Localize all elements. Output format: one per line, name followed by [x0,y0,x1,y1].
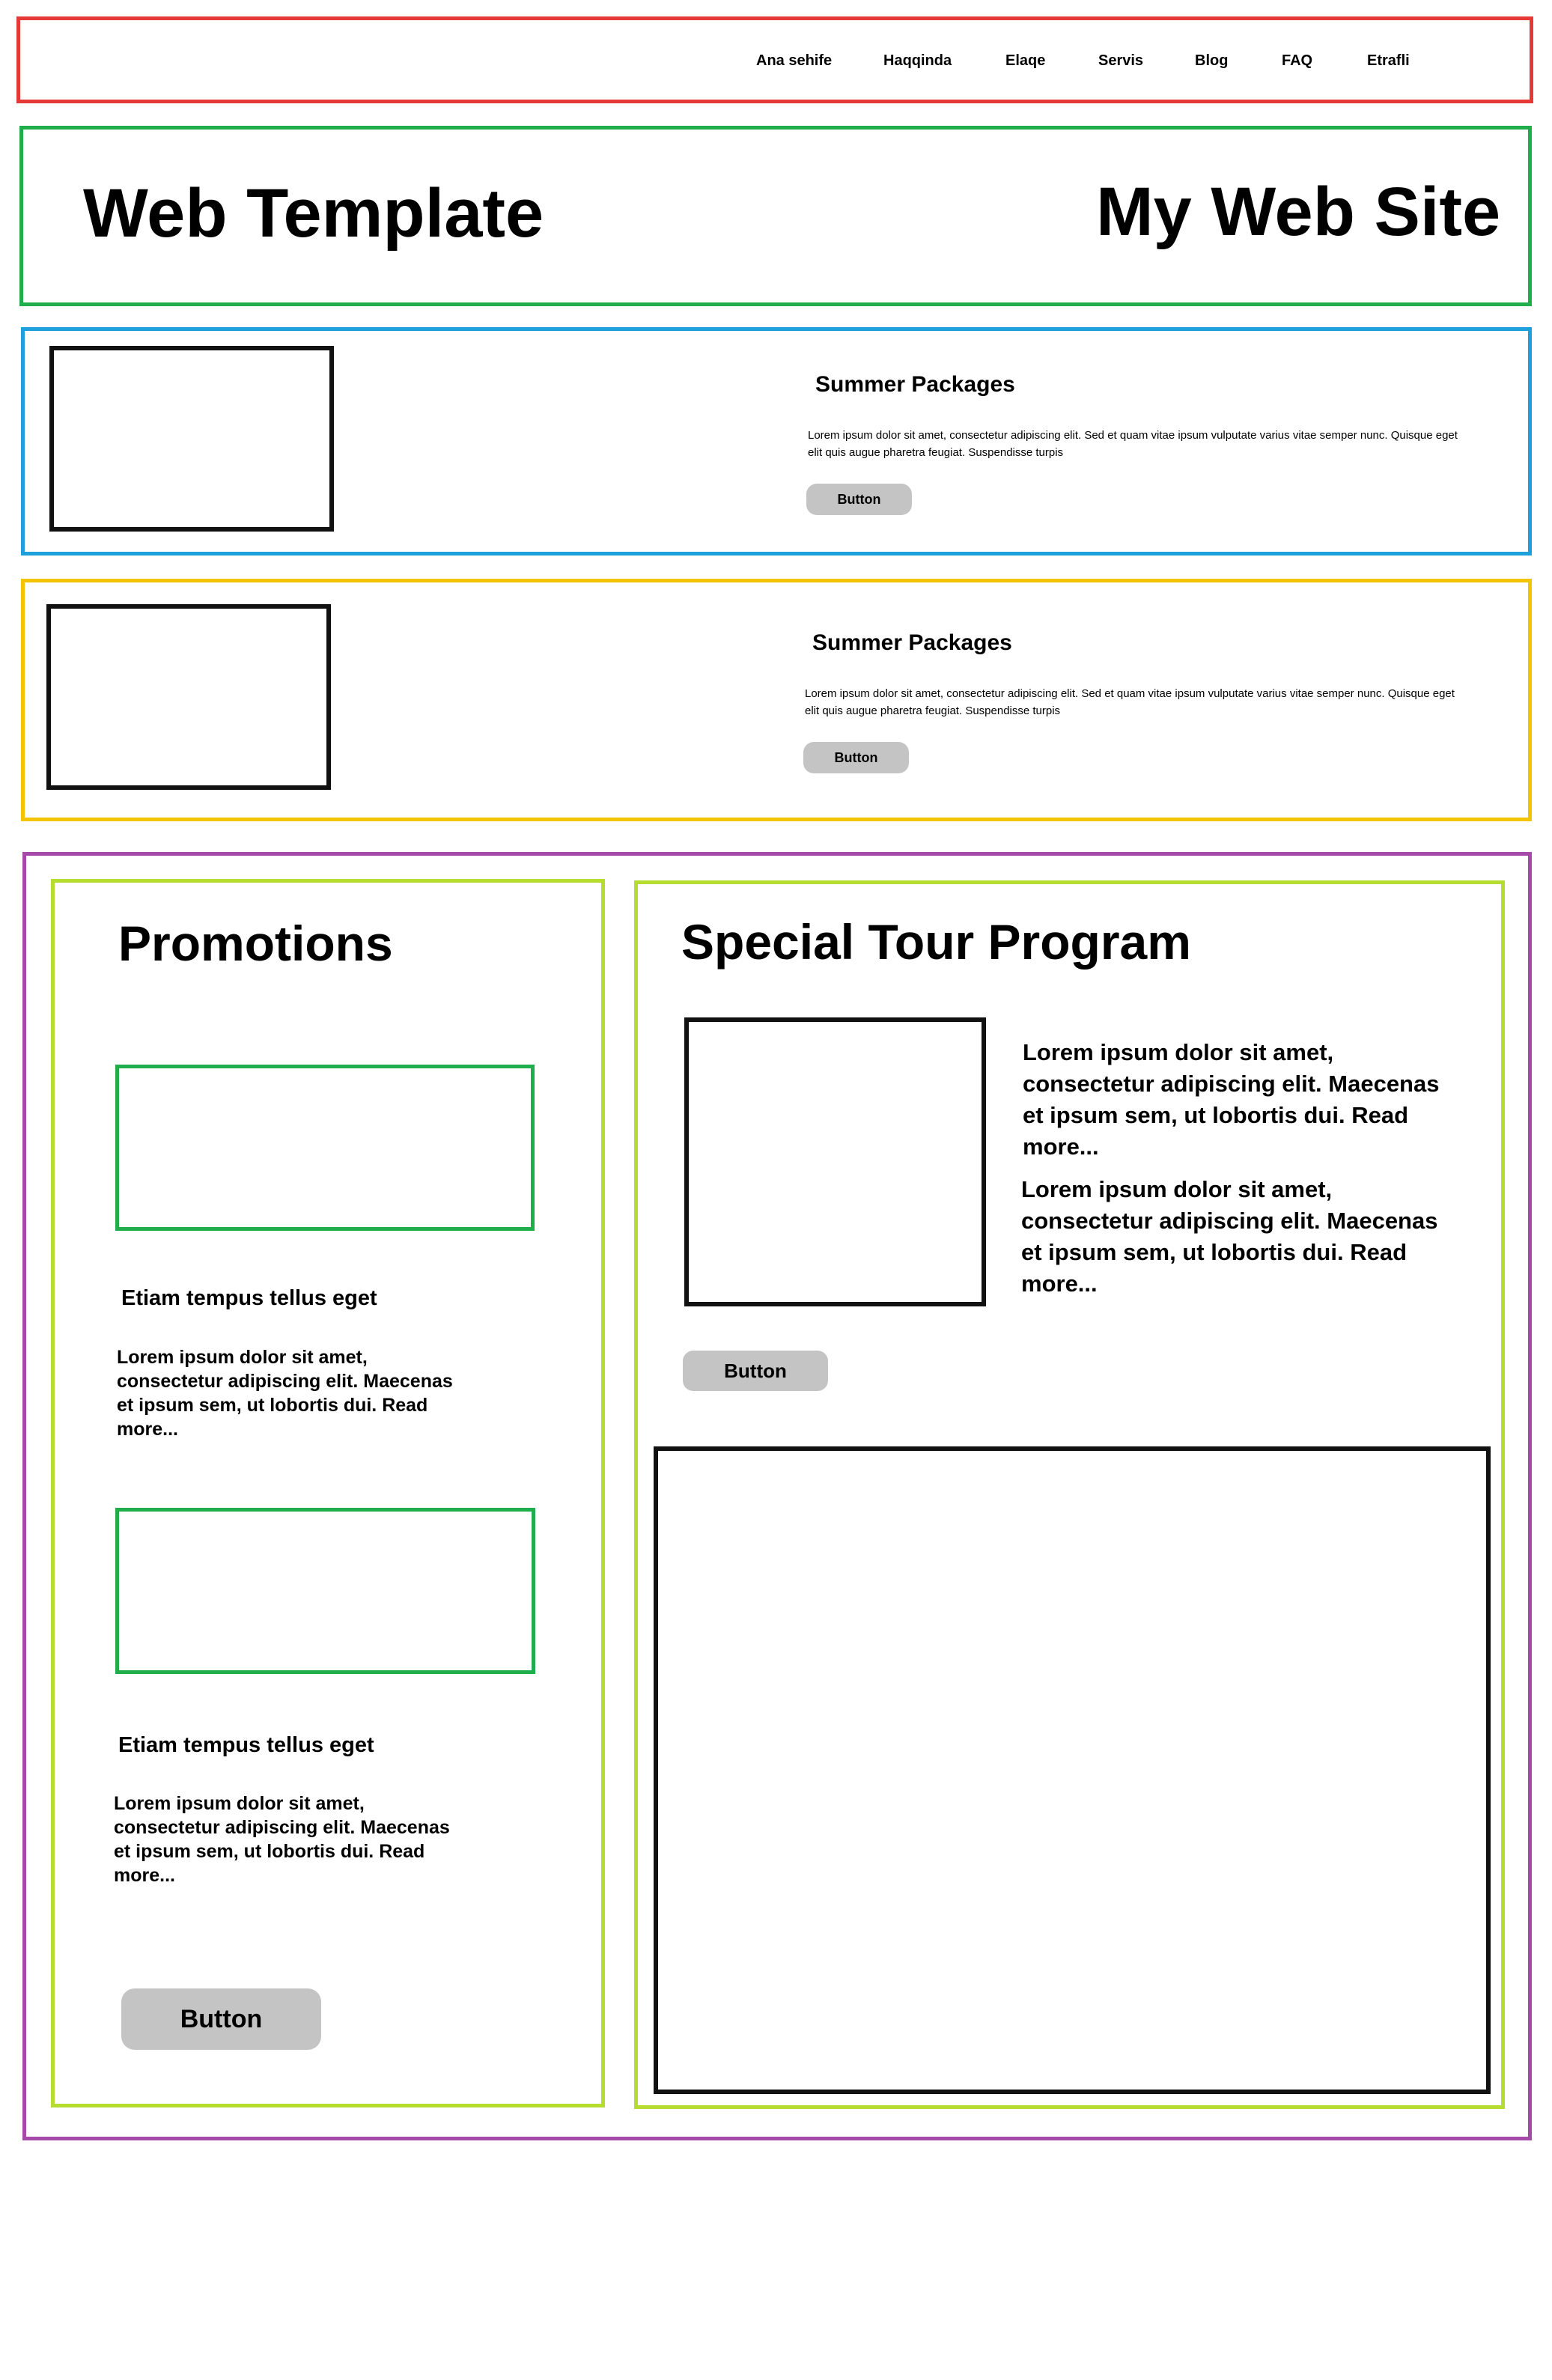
package-image-1 [49,346,334,532]
promotions-button[interactable]: Button [121,1988,321,2050]
nav-item-elaqe[interactable]: Elaqe [1005,52,1045,70]
promotions-button-label: Button [180,2004,263,2033]
header-right-title: My Web Site [1096,174,1501,250]
special-tour-large-frame [654,1446,1491,2094]
package-button-1[interactable]: Button [806,484,912,515]
package-image-2 [46,604,331,790]
nav-item-etrafli[interactable]: Etrafli [1367,52,1410,70]
nav-item-blog[interactable]: Blog [1195,52,1228,70]
package-button-2-label: Button [834,749,878,765]
special-tour-image [684,1017,986,1306]
promotion-image-1 [115,1065,535,1231]
package-text-2: Lorem ipsum dolor sit amet, consectetur … [805,687,1455,717]
promotion-text-2: Lorem ipsum dolor sit amet, consectetur … [114,1793,450,1886]
header-left-title: Web Template [83,175,544,252]
nav-item-ana-sehife[interactable]: Ana sehife [756,52,832,70]
nav-item-faq[interactable]: FAQ [1282,52,1312,70]
promotion-image-2 [115,1508,535,1674]
special-tour-button[interactable]: Button [683,1351,828,1391]
package-text-1: Lorem ipsum dolor sit amet, consectetur … [808,429,1458,459]
special-tour-text-2: Lorem ipsum dolor sit amet, consectetur … [1021,1176,1438,1297]
special-tour-title: Special Tour Program [681,914,1191,970]
package-title-2: Summer Packages [812,630,1012,655]
nav-item-haqqinda[interactable]: Haqqinda [883,52,952,70]
special-tour-text-1: Lorem ipsum dolor sit amet, consectetur … [1023,1039,1440,1160]
nav-item-servis[interactable]: Servis [1098,52,1143,70]
promotions-title: Promotions [118,916,393,971]
promotion-heading-2: Etiam tempus tellus eget [118,1733,374,1757]
package-title-1: Summer Packages [815,372,1015,397]
promotions-column [51,879,605,2107]
special-tour-button-label: Button [724,1359,787,1382]
promotion-text-1: Lorem ipsum dolor sit amet, consectetur … [117,1347,453,1440]
promotion-heading-1: Etiam tempus tellus eget [121,1286,377,1310]
package-button-1-label: Button [837,491,881,507]
package-button-2[interactable]: Button [803,742,909,773]
